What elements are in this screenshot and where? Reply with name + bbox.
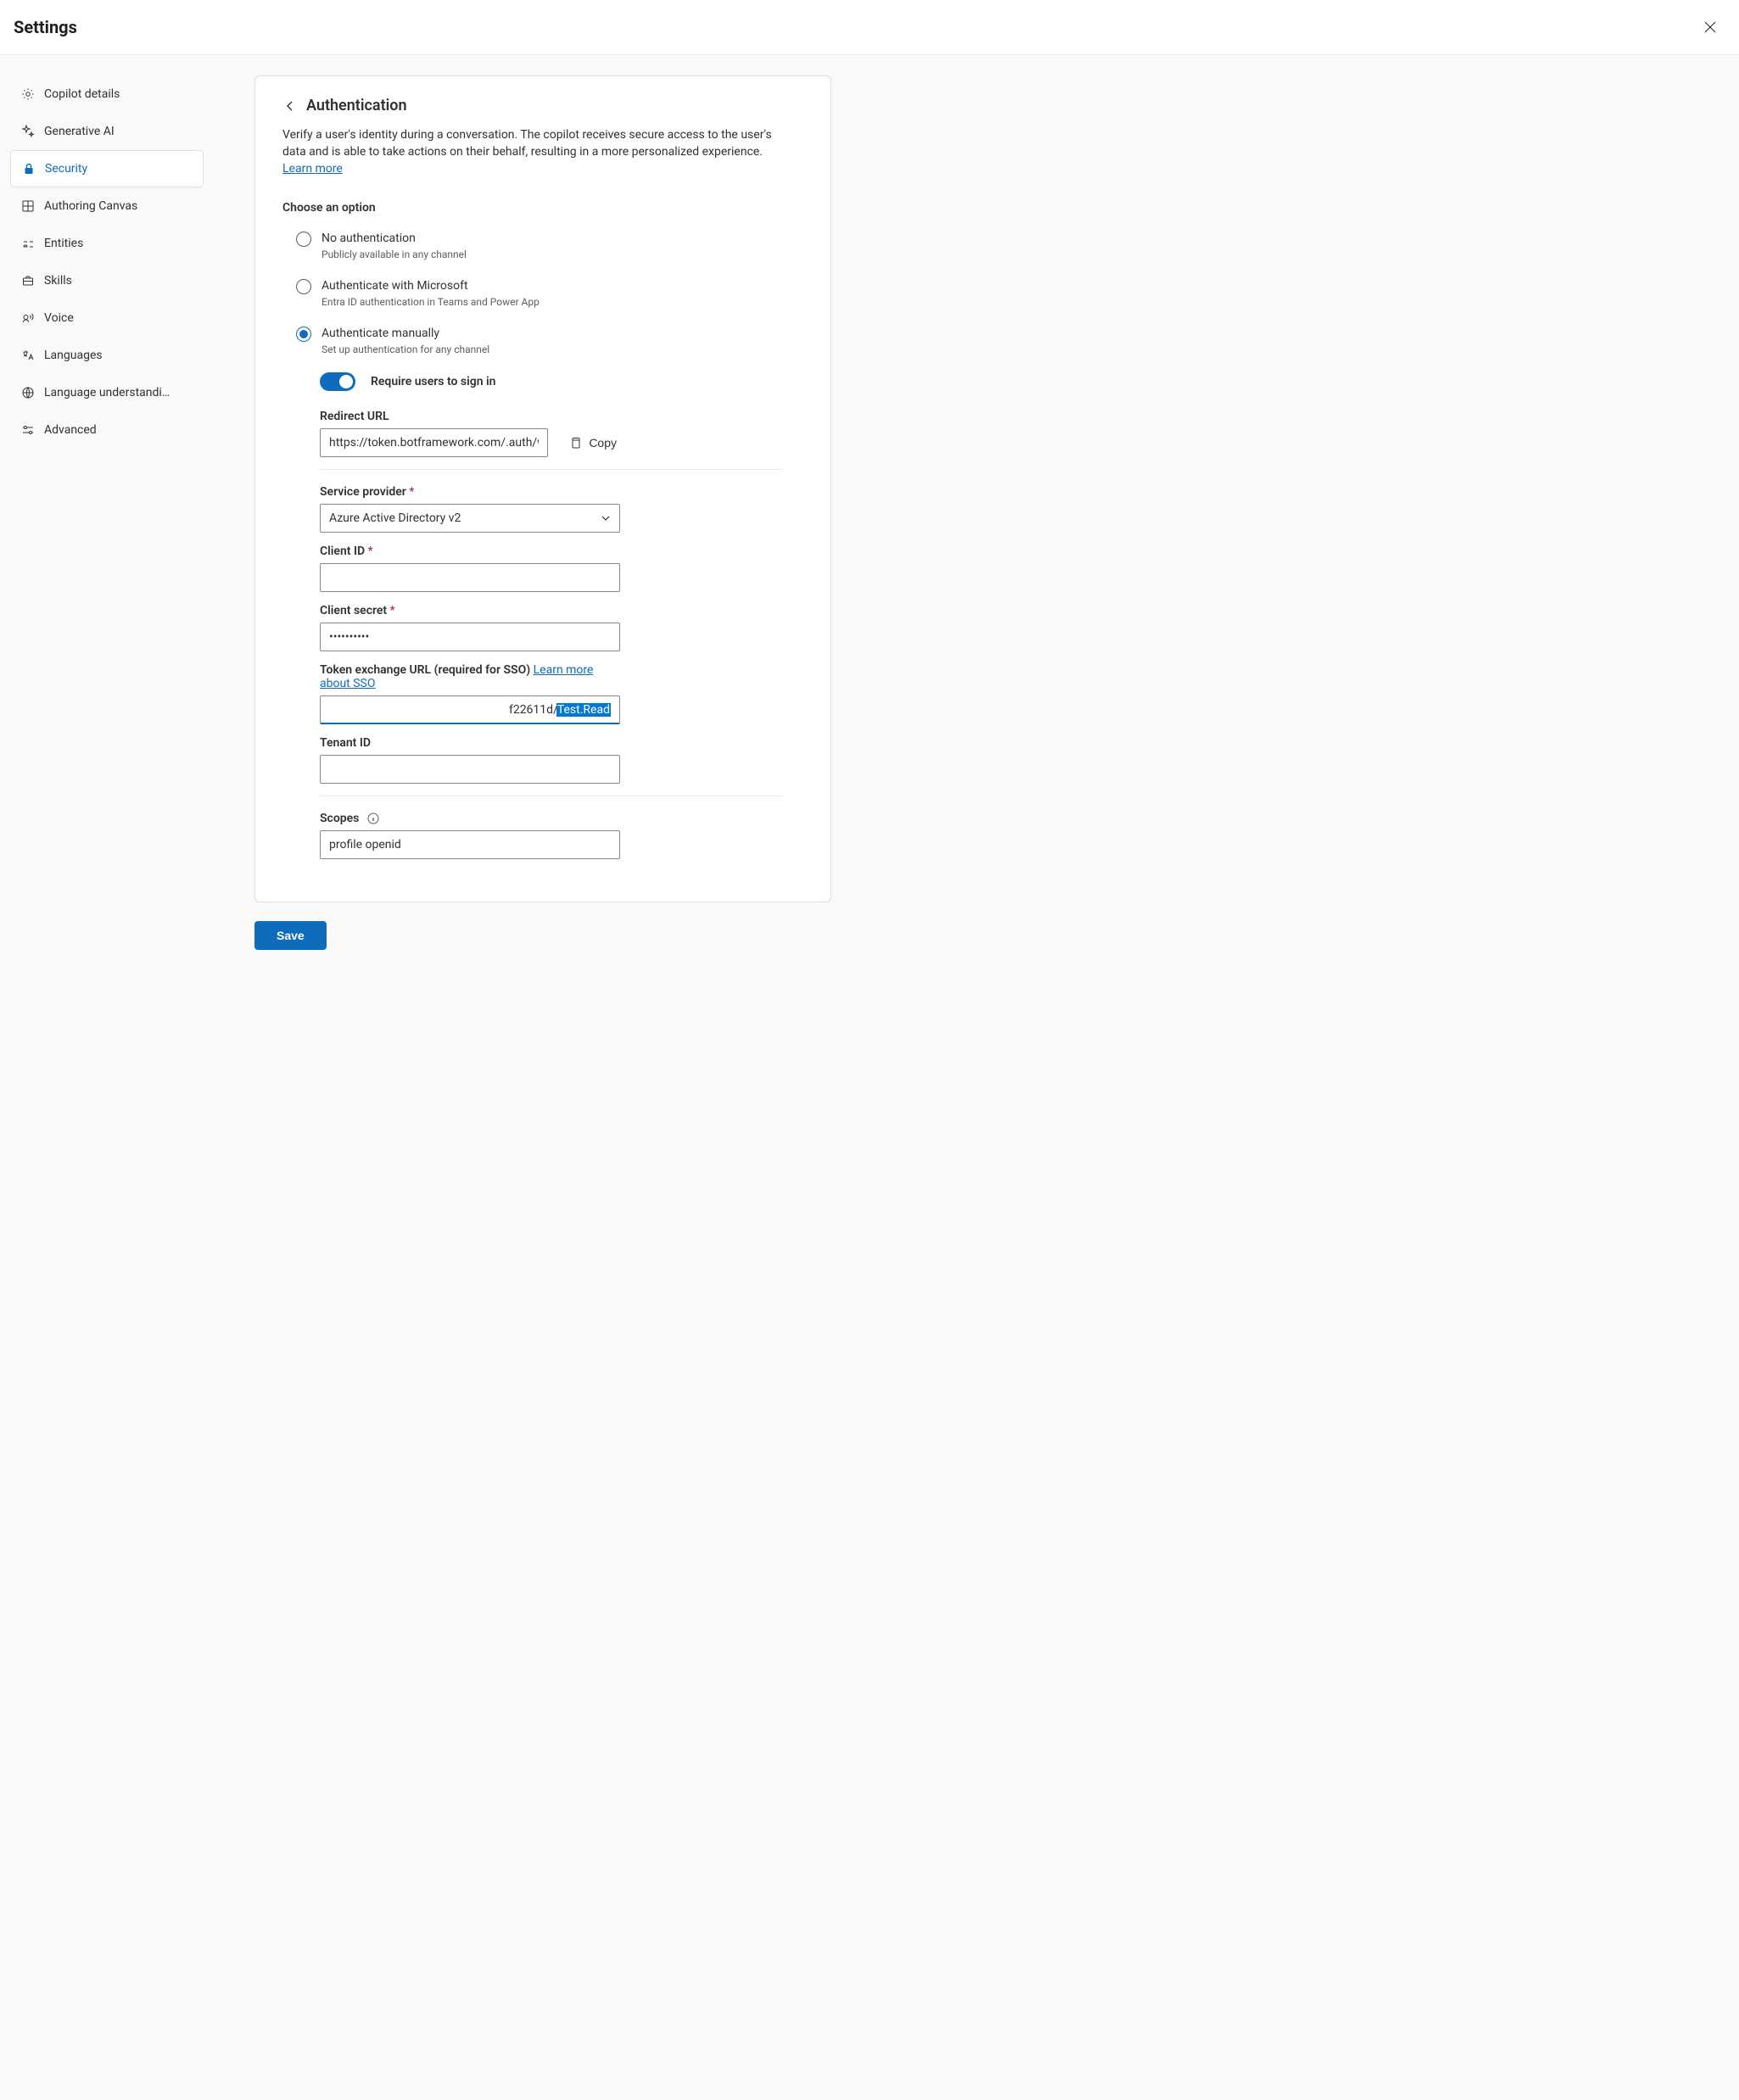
require-signin-label: Require users to sign in (371, 375, 495, 388)
redirect-url-field: Redirect URL Copy (320, 410, 620, 457)
lock-icon (21, 161, 36, 176)
option-no-authentication[interactable]: No authentication Publicly available in … (296, 225, 783, 272)
settings-header: Settings (0, 0, 1739, 55)
sidebar-item-label: Security (45, 162, 87, 176)
main-content: Authentication Verify a user's identity … (254, 55, 1739, 2100)
scopes-field: Scopes (320, 812, 620, 859)
sliders-icon (20, 422, 36, 438)
option-subtitle: Set up authentication for any channel (322, 342, 489, 357)
client-id-field: Client ID * (320, 545, 620, 592)
sidebar-item-label: Language understandi… (44, 386, 170, 399)
copy-button[interactable]: Copy (565, 431, 620, 455)
sidebar-item-label: Languages (44, 349, 103, 362)
token-exchange-field: Token exchange URL (required for SSO) Le… (320, 663, 620, 724)
scopes-input[interactable] (320, 830, 620, 859)
option-subtitle: Publicly available in any channel (322, 247, 467, 262)
manual-auth-block: Require users to sign in Redirect URL Co… (320, 372, 783, 859)
translate-icon (20, 348, 36, 363)
sidebar-item-label: Generative AI (44, 125, 115, 138)
page-title: Settings (14, 17, 77, 37)
save-button[interactable]: Save (254, 921, 327, 950)
service-provider-select[interactable]: Azure Active Directory v2 (320, 504, 620, 533)
sidebar-item-label: Copilot details (44, 87, 120, 101)
sidebar-item-languages[interactable]: Languages (10, 337, 204, 374)
option-authenticate-microsoft[interactable]: Authenticate with Microsoft Entra ID aut… (296, 272, 783, 320)
redirect-url-input[interactable] (320, 428, 548, 457)
service-provider-label: Service provider * (320, 485, 620, 499)
entities-icon (20, 236, 36, 251)
token-exchange-input[interactable] (320, 695, 620, 724)
sidebar-item-label: Entities (44, 237, 83, 250)
sidebar-item-security[interactable]: Security (10, 150, 204, 187)
client-id-label: Client ID * (320, 545, 620, 558)
option-title: Authenticate manually (322, 325, 489, 342)
back-button[interactable] (282, 98, 298, 114)
sidebar-item-skills[interactable]: Skills (10, 262, 204, 299)
sidebar-item-label: Skills (44, 274, 72, 288)
authentication-card: Authentication Verify a user's identity … (254, 75, 831, 902)
sidebar-item-language-understanding[interactable]: Language understandi… (10, 374, 204, 411)
sidebar-item-voice[interactable]: Voice (10, 299, 204, 337)
auth-option-group: No authentication Publicly available in … (296, 225, 783, 367)
sidebar-item-label: Voice (44, 311, 74, 325)
service-provider-field: Service provider * Azure Active Director… (320, 485, 620, 533)
radio-icon (296, 279, 311, 294)
copy-label: Copy (589, 436, 617, 450)
copy-icon (568, 436, 582, 450)
close-button[interactable] (1698, 15, 1722, 39)
choose-option-label: Choose an option (282, 201, 783, 215)
section-title: Authentication (306, 97, 407, 114)
globe-icon (20, 385, 36, 400)
voice-icon (20, 310, 36, 326)
description-text: Verify a user's identity during a conver… (282, 128, 772, 159)
sidebar-item-generative-ai[interactable]: Generative AI (10, 113, 204, 150)
sidebar-item-copilot-details[interactable]: Copilot details (10, 75, 204, 113)
learn-more-link[interactable]: Learn more (282, 162, 343, 176)
info-icon[interactable] (367, 813, 379, 824)
tenant-id-label: Tenant ID (320, 736, 620, 750)
radio-icon (296, 232, 311, 247)
redirect-url-label: Redirect URL (320, 410, 620, 423)
close-icon (1704, 21, 1716, 33)
sparkle-icon (20, 124, 36, 139)
option-authenticate-manually[interactable]: Authenticate manually Set up authenticat… (296, 320, 783, 367)
grid-icon (20, 198, 36, 214)
require-signin-toggle[interactable] (320, 372, 355, 391)
chevron-left-icon (285, 101, 295, 111)
tenant-id-input[interactable] (320, 755, 620, 784)
settings-sidebar: Copilot details Generative AI Security A… (0, 55, 254, 2100)
service-provider-value: Azure Active Directory v2 (329, 511, 461, 525)
client-secret-input[interactable] (320, 623, 620, 651)
chevron-down-icon (601, 513, 611, 523)
client-secret-label: Client secret * (320, 604, 620, 617)
sidebar-item-label: Authoring Canvas (44, 199, 137, 213)
gear-icon (20, 87, 36, 102)
sidebar-item-label: Advanced (44, 423, 97, 437)
scopes-label: Scopes (320, 812, 620, 825)
require-signin-row: Require users to sign in (320, 372, 783, 391)
client-secret-field: Client secret * (320, 604, 620, 651)
sidebar-item-authoring-canvas[interactable]: Authoring Canvas (10, 187, 204, 225)
sidebar-item-advanced[interactable]: Advanced (10, 411, 204, 449)
briefcase-icon (20, 273, 36, 288)
sidebar-item-entities[interactable]: Entities (10, 225, 204, 262)
section-description: Verify a user's identity during a conver… (282, 126, 783, 177)
radio-icon (296, 327, 311, 342)
divider (320, 469, 783, 470)
option-title: No authentication (322, 230, 467, 247)
token-exchange-label: Token exchange URL (required for SSO) Le… (320, 663, 620, 690)
tenant-id-field: Tenant ID (320, 736, 620, 784)
option-subtitle: Entra ID authentication in Teams and Pow… (322, 294, 540, 310)
client-id-input[interactable] (320, 563, 620, 592)
option-title: Authenticate with Microsoft (322, 277, 540, 294)
